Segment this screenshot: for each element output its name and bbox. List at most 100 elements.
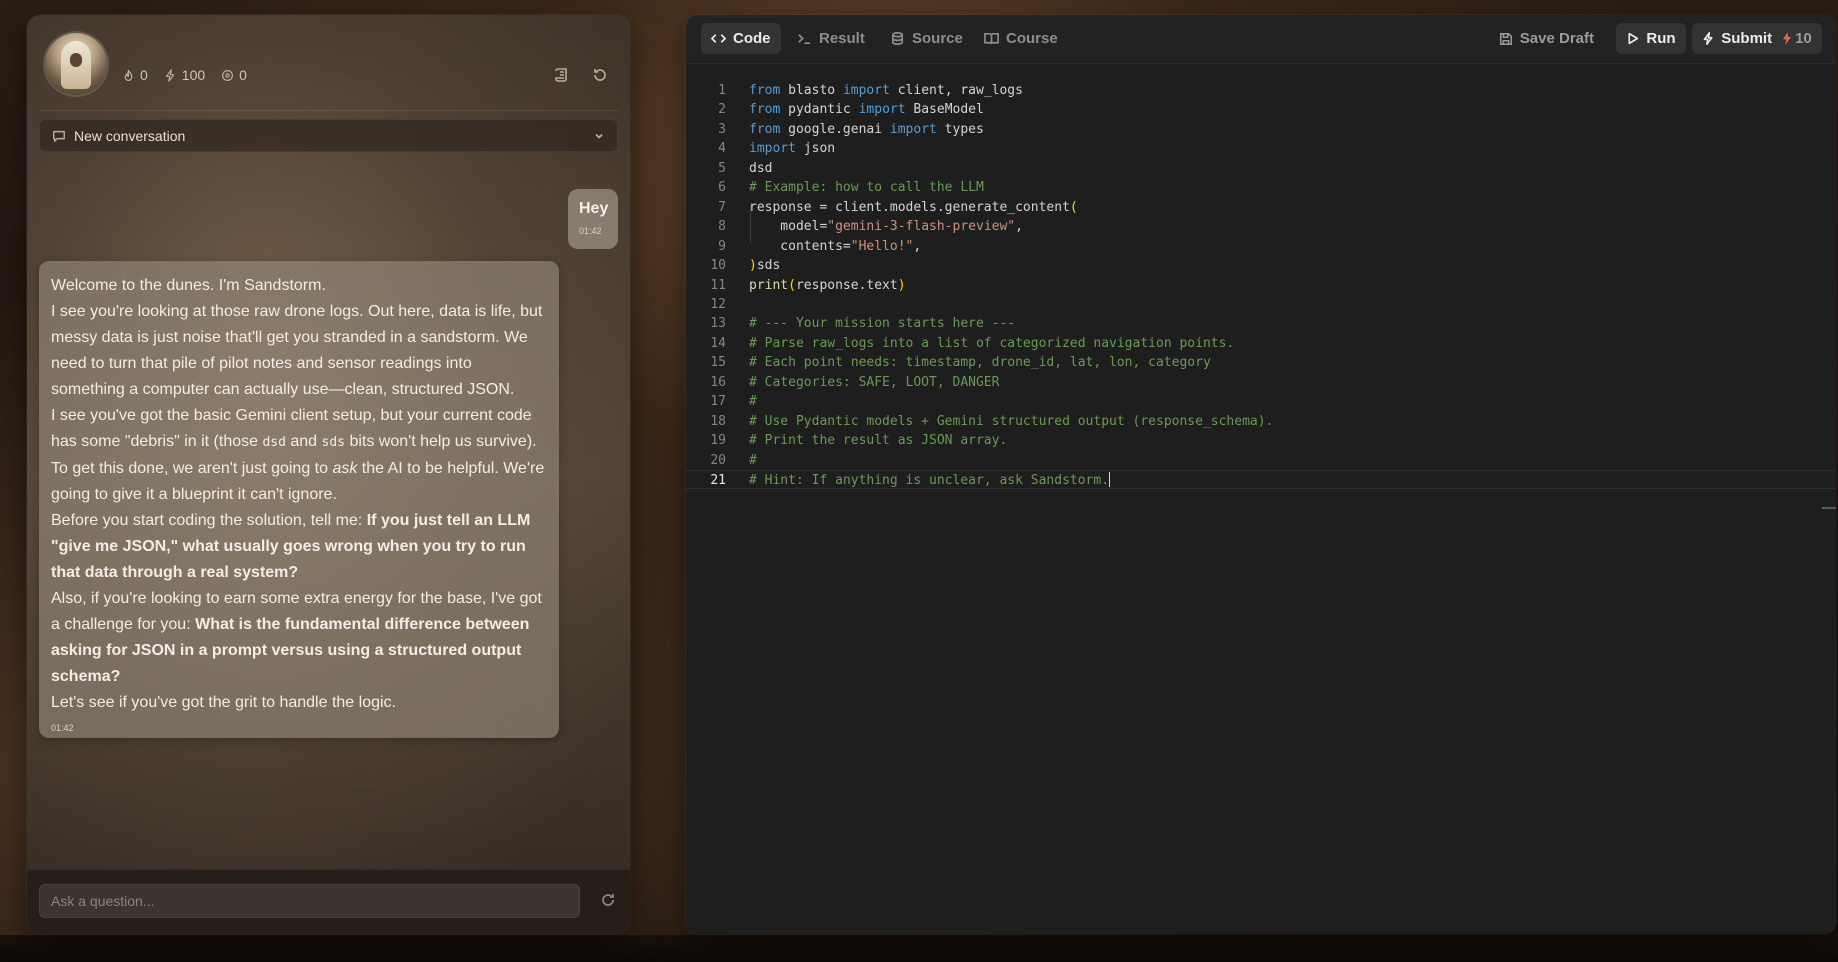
editor-panel: Code Result Source Course Save Draft Run… — [686, 15, 1836, 934]
streak-icon — [124, 68, 133, 81]
code-icon — [711, 34, 726, 43]
code-token: response = client.models.generate_conten… — [749, 199, 1070, 215]
line-number: 13 — [710, 316, 726, 332]
inline-code: sds — [321, 435, 346, 450]
code-line[interactable]: 18 # Use Pydantic models + Gemini structu… — [686, 412, 1836, 431]
inline-code: dsd — [262, 435, 286, 450]
lightning-icon — [1703, 32, 1713, 45]
streak-stat: 0 — [122, 67, 148, 83]
line-content: from blasto import client, raw_logs — [749, 81, 1023, 100]
tab-result-label: Result — [819, 30, 865, 47]
code-line[interactable]: 11 print(response.text) — [686, 276, 1836, 295]
code-line[interactable]: 1 from blasto import client, raw_logs — [686, 81, 1836, 100]
tab-code[interactable]: Code — [701, 23, 781, 54]
code-line[interactable]: 3 from google.genai import types — [686, 120, 1836, 139]
emphasis: ask — [332, 460, 358, 477]
tab-result[interactable]: Result — [787, 23, 875, 54]
line-number: 20 — [710, 452, 726, 468]
code-line[interactable]: 19 # Print the result as JSON array. — [686, 431, 1836, 450]
book-icon — [984, 32, 999, 45]
code-token: # Each point needs: timestamp, drone_id,… — [749, 355, 1211, 371]
code-line[interactable]: 2 from pydantic import BaseModel — [686, 100, 1836, 119]
code-token: types — [936, 121, 984, 137]
line-content: model="gemini-3-flash-preview", — [749, 217, 1023, 236]
submit-label: Submit — [1721, 30, 1773, 47]
line-content: # Example: how to call the LLM — [749, 178, 984, 197]
run-button[interactable]: Run — [1616, 23, 1686, 54]
assistant-paragraph: Welcome to the dunes. I'm Sandstorm. — [51, 277, 326, 294]
database-icon — [891, 32, 904, 45]
tab-course-label: Course — [1006, 30, 1058, 47]
ask-question-input[interactable] — [39, 884, 580, 918]
line-content: import json — [749, 139, 835, 158]
code-token: BaseModel — [905, 102, 984, 118]
chevron-down-icon — [593, 130, 605, 142]
scrollbar-marker[interactable] — [1822, 507, 1836, 509]
code-line[interactable]: 17 # — [686, 392, 1836, 411]
line-content: dsd — [749, 159, 772, 178]
line-number: 19 — [710, 433, 726, 449]
code-token: import — [889, 121, 937, 137]
assistant-paragraph: Also, if you're looking to earn some ext… — [51, 586, 547, 690]
line-number: 6 — [718, 180, 726, 196]
line-content: from google.genai import types — [749, 120, 984, 139]
assistant-paragraph: Let's see if you've got the grit to hand… — [51, 694, 396, 711]
code-line[interactable]: 6 # Example: how to call the LLM — [686, 178, 1836, 197]
code-line[interactable]: 5 dsd — [686, 159, 1836, 178]
reset-button[interactable] — [592, 67, 608, 88]
send-button[interactable] — [600, 892, 616, 908]
code-token: "Hello!" — [850, 238, 914, 254]
scroll-icon — [555, 68, 567, 82]
code-token: ( — [788, 277, 796, 293]
code-line[interactable]: 9 contents="Hello!", — [686, 237, 1836, 256]
code-line[interactable]: 13 # --- Your mission starts here --- — [686, 314, 1836, 333]
assistant-paragraph: I see you're looking at those raw drone … — [51, 303, 543, 398]
code-token: from — [749, 121, 781, 137]
code-token: import — [749, 141, 796, 157]
tab-source[interactable]: Source — [880, 23, 973, 54]
line-number: 10 — [710, 258, 726, 274]
code-token: # Parse raw_logs into a list of categori… — [749, 335, 1235, 351]
line-number: 2 — [718, 102, 726, 118]
code-line[interactable]: 10 )sds — [686, 256, 1836, 275]
submit-button[interactable]: Submit 10 — [1692, 23, 1822, 54]
chat-panel: 0 100 0 New conversation Hey 01:42 Welco… — [27, 15, 630, 934]
code-token: # Print the result as JSON array. — [749, 433, 1008, 449]
line-number: 17 — [710, 394, 726, 410]
code-line[interactable]: 7 response = client.models.generate_conte… — [686, 198, 1836, 217]
code-token: from — [749, 83, 781, 98]
energy-stat: 100 — [164, 67, 205, 83]
assistant-paragraph: I see you've got the basic Gemini client… — [51, 403, 547, 508]
streak-value: 0 — [140, 67, 148, 83]
code-token: import — [858, 102, 906, 118]
line-number: 7 — [718, 199, 726, 215]
code-line[interactable]: 16 # Categories: SAFE, LOOT, DANGER — [686, 373, 1836, 392]
code-editor[interactable]: 1 from blasto import client, raw_logs 2 fro… — [686, 63, 1836, 934]
code-line[interactable]: 4 import json — [686, 139, 1836, 158]
code-line[interactable]: 20 # — [686, 451, 1836, 470]
energy-icon — [1783, 32, 1792, 45]
avatar[interactable] — [45, 33, 107, 95]
gems-value: 0 — [239, 67, 247, 83]
line-number: 1 — [718, 83, 726, 98]
line-content: )sds — [749, 256, 780, 275]
code-line[interactable]: 8 model="gemini-3-flash-preview", — [686, 217, 1836, 236]
line-content: print(response.text) — [749, 276, 906, 295]
tab-course[interactable]: Course — [974, 23, 1068, 54]
code-line[interactable]: 12 — [686, 295, 1836, 314]
code-token: pydantic — [780, 102, 859, 118]
code-token: contents= — [749, 238, 851, 254]
conversation-select[interactable]: New conversation — [39, 119, 618, 152]
save-draft-button[interactable]: Save Draft — [1499, 23, 1594, 54]
line-content: # Hint: If anything is unclear, ask Sand… — [749, 471, 1111, 490]
code-line[interactable]: 21 # Hint: If anything is unclear, ask Sa… — [686, 470, 1836, 489]
line-number: 21 — [710, 473, 726, 488]
line-number: 15 — [710, 355, 726, 371]
text-span: Before you start coding the solution, te… — [51, 512, 367, 529]
code-token: client, raw_logs — [889, 83, 1023, 98]
tab-source-label: Source — [912, 30, 963, 47]
scroll-history-button[interactable] — [554, 67, 570, 88]
code-line[interactable]: 14 # Parse raw_logs into a list of catego… — [686, 334, 1836, 353]
user-message-text: Hey — [579, 200, 609, 217]
code-line[interactable]: 15 # Each point needs: timestamp, drone_i… — [686, 353, 1836, 372]
